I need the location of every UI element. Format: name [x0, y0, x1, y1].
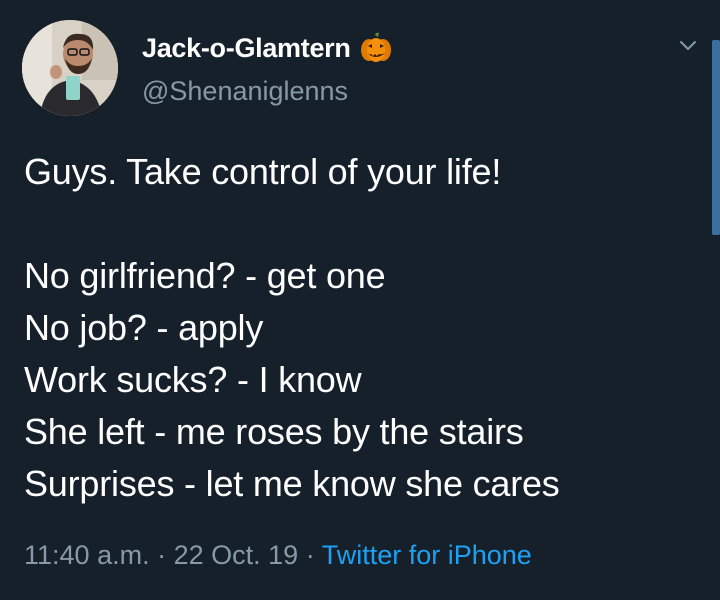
jack-o-lantern-icon — [359, 31, 393, 65]
tweet-date[interactable]: 22 Oct. 19 — [174, 540, 299, 570]
meta-separator: · — [157, 540, 167, 570]
tweet-metadata: 11:40 a.m. · 22 Oct. 19 · Twitter for iP… — [24, 540, 532, 571]
tweet-source-link[interactable]: Twitter for iPhone — [322, 540, 532, 570]
author-display-name[interactable]: Jack-o-Glamtern — [142, 33, 351, 64]
author-handle[interactable]: @Shenaniglenns — [142, 76, 348, 107]
tweet-text-line: Guys. Take control of your life! — [24, 151, 502, 192]
chevron-down-icon[interactable] — [676, 34, 700, 58]
meta-separator: · — [305, 540, 315, 570]
tweet-time[interactable]: 11:40 a.m. — [24, 540, 150, 570]
tweet-text-line: No girlfriend? - get one — [24, 255, 386, 296]
avatar[interactable] — [22, 20, 118, 116]
author-name-row[interactable]: Jack-o-Glamtern — [142, 28, 393, 68]
scrollbar[interactable] — [712, 40, 720, 235]
tweet-text-line: No job? - apply — [24, 307, 264, 348]
tweet-card: Jack-o-Glamtern @Shenaniglenns Guys. Tak… — [0, 0, 720, 600]
tweet-text: Guys. Take control of your life! No girl… — [24, 146, 704, 510]
tweet-text-line: Surprises - let me know she cares — [24, 463, 560, 504]
avatar-photo — [22, 20, 118, 116]
tweet-text-line: Work sucks? - I know — [24, 359, 362, 400]
tweet-text-line: She left - me roses by the stairs — [24, 411, 524, 452]
